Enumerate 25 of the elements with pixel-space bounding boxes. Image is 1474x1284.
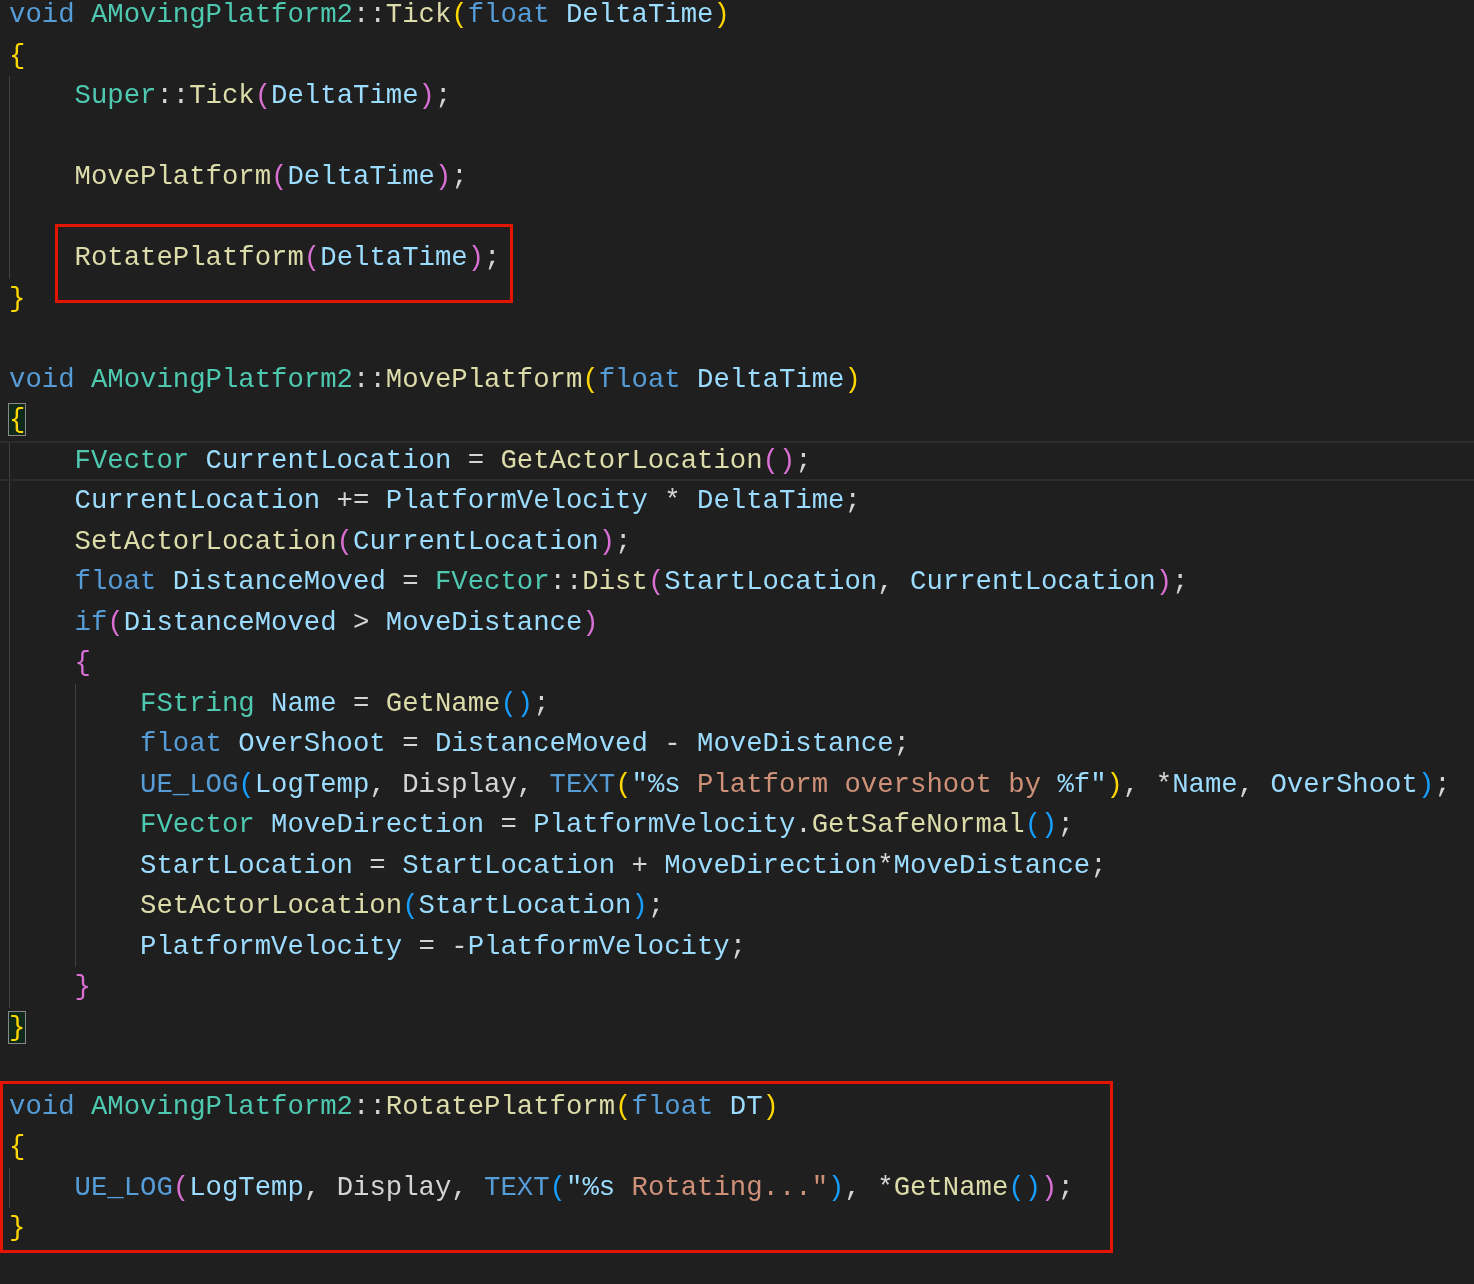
code-line: CurrentLocation += PlatformVelocity * DeltaTime; (74, 485, 861, 516)
code-line: { (74, 647, 91, 678)
code-line: { (9, 1131, 26, 1162)
code-line: void AMovingPlatform2::RotatePlatform(float DT) (9, 1090, 779, 1122)
code-line: SetActorLocation(StartLocation); (140, 890, 665, 921)
code-line: void AMovingPlatform2::MovePlatform(float DeltaTime) (9, 363, 861, 395)
code-line: } (9, 1212, 26, 1243)
code-line: Super::Tick(DeltaTime); (74, 80, 452, 111)
code-line: FVector MoveDirection = PlatformVelocity.GetSafeNormal(); (140, 809, 1074, 840)
code-line: UE_LOG(LogTemp, Display, TEXT("%s Platform overshoot by %f"), *Name, OverShoot); (140, 768, 1451, 800)
code-line: StartLocation = StartLocation + MoveDirection*MoveDistance; (140, 849, 1107, 881)
code-line: FVector CurrentLocation = GetActorLocation(); (74, 444, 812, 476)
code-line: FString Name = GetName(); (140, 687, 550, 719)
code-line: } (74, 971, 91, 1002)
code-line: void AMovingPlatform2::Tick(float DeltaTime) (9, 0, 730, 30)
code-line: float OverShoot = DistanceMoved - MoveDistance; (140, 728, 910, 759)
code-line: MovePlatform(DeltaTime); (74, 161, 468, 192)
code-line: SetActorLocation(CurrentLocation); (74, 525, 632, 557)
code-line: PlatformVelocity = -PlatformVelocity; (140, 930, 747, 962)
code-line: if(DistanceMoved > MoveDistance) (74, 606, 599, 638)
code-line: float DistanceMoved = FVector::Dist(StartLocation, CurrentLocation); (74, 566, 1189, 597)
code-line: RotatePlatform(DeltaTime); (74, 242, 501, 273)
code-line: { (9, 39, 26, 71)
code-line: UE_LOG(LogTemp, Display, TEXT("%s Rotating..."), *GetName()); (74, 1171, 1074, 1203)
code-line: } (9, 282, 26, 314)
